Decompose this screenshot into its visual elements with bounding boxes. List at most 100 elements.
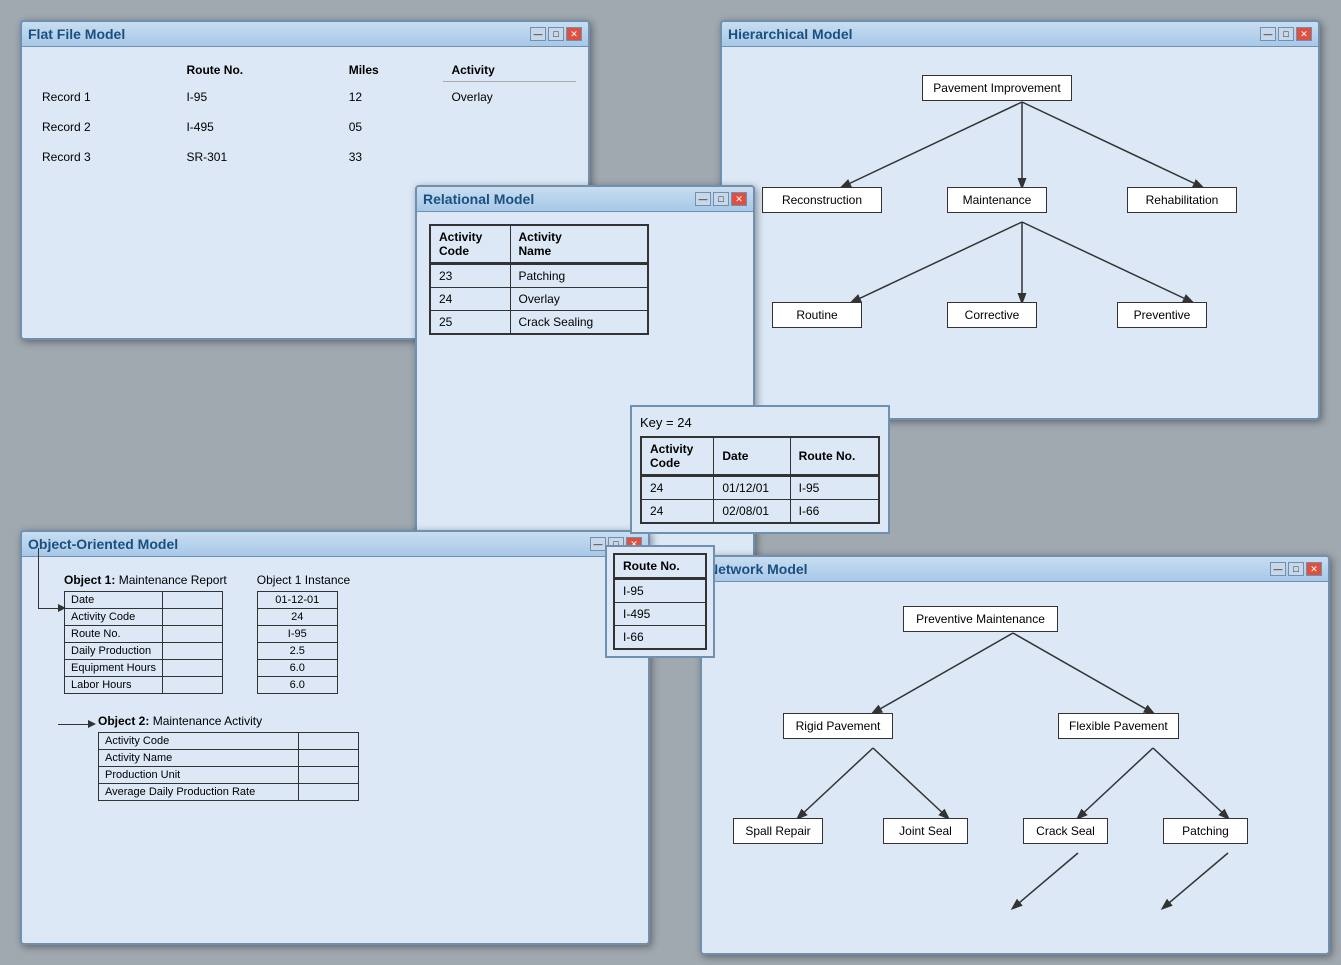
inst-date: 01-12-01 — [257, 592, 337, 609]
pavement-improvement-node: Pavement Improvement — [922, 75, 1072, 101]
reconstruction-node: Reconstruction — [762, 187, 882, 213]
minimize-btn-hier[interactable]: — — [1260, 27, 1276, 41]
activity-2 — [443, 112, 576, 142]
oo-object2-header: Object 2: Maintenance Activity — [98, 714, 359, 728]
key-code-2: 24 — [641, 500, 714, 524]
close-btn-rel[interactable]: ✕ — [731, 192, 747, 206]
oo-field-code: Activity Code — [65, 609, 163, 626]
table-row: 25 Crack Sealing — [430, 311, 648, 335]
key-col-code: ActivityCode — [641, 437, 714, 476]
key-popup: Key = 24 ActivityCode Date Route No. 24 … — [630, 405, 890, 534]
route-3: SR-301 — [178, 142, 340, 172]
maximize-btn-hier[interactable]: □ — [1278, 27, 1294, 41]
table-row: I-66 — [614, 626, 706, 650]
oo-window: Object-Oriented Model — □ ✕ Object 1: M — [20, 530, 650, 945]
close-btn-net[interactable]: ✕ — [1306, 562, 1322, 576]
rigid-pavement-node: Rigid Pavement — [783, 713, 893, 739]
oo-instance-table: 01-12-01 24 I-95 2.5 6.0 6.0 — [257, 591, 338, 694]
flat-file-controls: — □ ✕ — [530, 27, 582, 41]
rel-name-2: Overlay — [510, 288, 648, 311]
route-2: I-495 — [178, 112, 340, 142]
patching-node: Patching — [1163, 818, 1248, 844]
flexible-pavement-node: Flexible Pavement — [1058, 713, 1179, 739]
maximize-btn-net[interactable]: □ — [1288, 562, 1304, 576]
maximize-btn[interactable]: □ — [548, 27, 564, 41]
oo-object1-header: Object 1: Maintenance Report — [64, 573, 227, 587]
minimize-btn-rel[interactable]: — — [695, 192, 711, 206]
oo2-field-unit: Production Unit — [99, 767, 299, 784]
key-label: Key = 24 — [640, 415, 880, 430]
hier-corrective-node: Corrective — [947, 302, 1037, 328]
joint-seal-node: Joint Seal — [883, 818, 968, 844]
oo-object2-label: Object 2: — [98, 714, 149, 728]
table-row: Activity Code — [65, 609, 223, 626]
route-val-3: I-66 — [614, 626, 706, 650]
route-val-2: I-495 — [614, 603, 706, 626]
hierarchical-title: Hierarchical Model — [728, 26, 853, 42]
flat-file-title: Flat File Model — [28, 26, 125, 42]
oo2-field-rate: Average Daily Production Rate — [99, 784, 299, 801]
minimize-btn[interactable]: — — [530, 27, 546, 41]
inst-equip: 6.0 — [257, 660, 337, 677]
relational-titlebar: Relational Model — □ ✕ — [417, 187, 753, 212]
preventive-maintenance-node: Preventive Maintenance — [903, 606, 1058, 632]
key-date-2: 02/08/01 — [714, 500, 790, 524]
oo-object2-table: Activity Code Activity Name Production U… — [98, 732, 359, 801]
route-popup: Route No. I-95 I-495 I-66 — [605, 545, 715, 658]
crack-seal-node: Crack Seal — [1023, 818, 1108, 844]
minimize-btn-oo[interactable]: — — [590, 537, 606, 551]
oo-object2-name: Maintenance Activity — [153, 714, 262, 728]
rel-col-code: ActivityCode — [430, 225, 510, 264]
hier-preventive-node: Preventive — [1117, 302, 1207, 328]
relational-controls: — □ ✕ — [695, 192, 747, 206]
hierarchical-titlebar: Hierarchical Model — □ ✕ — [722, 22, 1318, 47]
oo-content: Object 1: Maintenance Report Date Activi… — [22, 557, 648, 817]
key-col-route: Route No. — [790, 437, 879, 476]
minimize-btn-net[interactable]: — — [1270, 562, 1286, 576]
hierarchical-tree-svg — [742, 67, 1302, 397]
miles-2: 05 — [341, 112, 444, 142]
key-route-2: I-66 — [790, 500, 879, 524]
close-btn[interactable]: ✕ — [566, 27, 582, 41]
table-row: Date — [65, 592, 223, 609]
table-row: Activity Name — [99, 750, 359, 767]
flat-col-activity: Activity — [443, 59, 576, 82]
inst-route: I-95 — [257, 626, 337, 643]
oo-titlebar: Object-Oriented Model — □ ✕ — [22, 532, 648, 557]
net-flexible-node: Flexible Pavement — [1058, 713, 1179, 739]
oo-field-equip: Equipment Hours — [65, 660, 163, 677]
net-root-node: Preventive Maintenance — [903, 606, 1058, 632]
hier-rehabilitation-node: Rehabilitation — [1127, 187, 1237, 213]
net-spall-node: Spall Repair — [733, 818, 823, 844]
net-rigid-node: Rigid Pavement — [783, 713, 893, 739]
table-row: Route No. — [65, 626, 223, 643]
record-label-1: Record 1 — [34, 82, 178, 113]
hierarchical-window: Hierarchical Model — □ ✕ — [720, 20, 1320, 420]
network-window: Network Model — □ ✕ — [700, 555, 1330, 955]
spall-repair-node: Spall Repair — [733, 818, 823, 844]
table-row: Equipment Hours — [65, 660, 223, 677]
table-row: 24 — [257, 609, 337, 626]
table-row: Record 3 SR-301 33 — [34, 142, 576, 172]
table-row: 2.5 — [257, 643, 337, 660]
network-controls: — □ ✕ — [1270, 562, 1322, 576]
table-row: Activity Code — [99, 733, 359, 750]
table-row: 24 01/12/01 I-95 — [641, 476, 879, 500]
flat-col-label — [34, 59, 178, 82]
record-label-2: Record 2 — [34, 112, 178, 142]
oo-field-equip-val — [163, 660, 223, 677]
table-row: Daily Production — [65, 643, 223, 660]
hier-reconstruction-node: Reconstruction — [762, 187, 882, 213]
key-date-1: 01/12/01 — [714, 476, 790, 500]
inst-prod: 2.5 — [257, 643, 337, 660]
oo-object1-label: Object 1: — [64, 573, 115, 587]
hier-maintenance-node: Maintenance — [947, 187, 1047, 213]
corrective-node: Corrective — [947, 302, 1037, 328]
oo2-field-name: Activity Name — [99, 750, 299, 767]
hierarchical-controls: — □ ✕ — [1260, 27, 1312, 41]
hier-root-node: Pavement Improvement — [922, 75, 1072, 101]
flat-col-route: Route No. — [178, 59, 340, 82]
close-btn-hier[interactable]: ✕ — [1296, 27, 1312, 41]
activity-3 — [443, 142, 576, 172]
maximize-btn-rel[interactable]: □ — [713, 192, 729, 206]
